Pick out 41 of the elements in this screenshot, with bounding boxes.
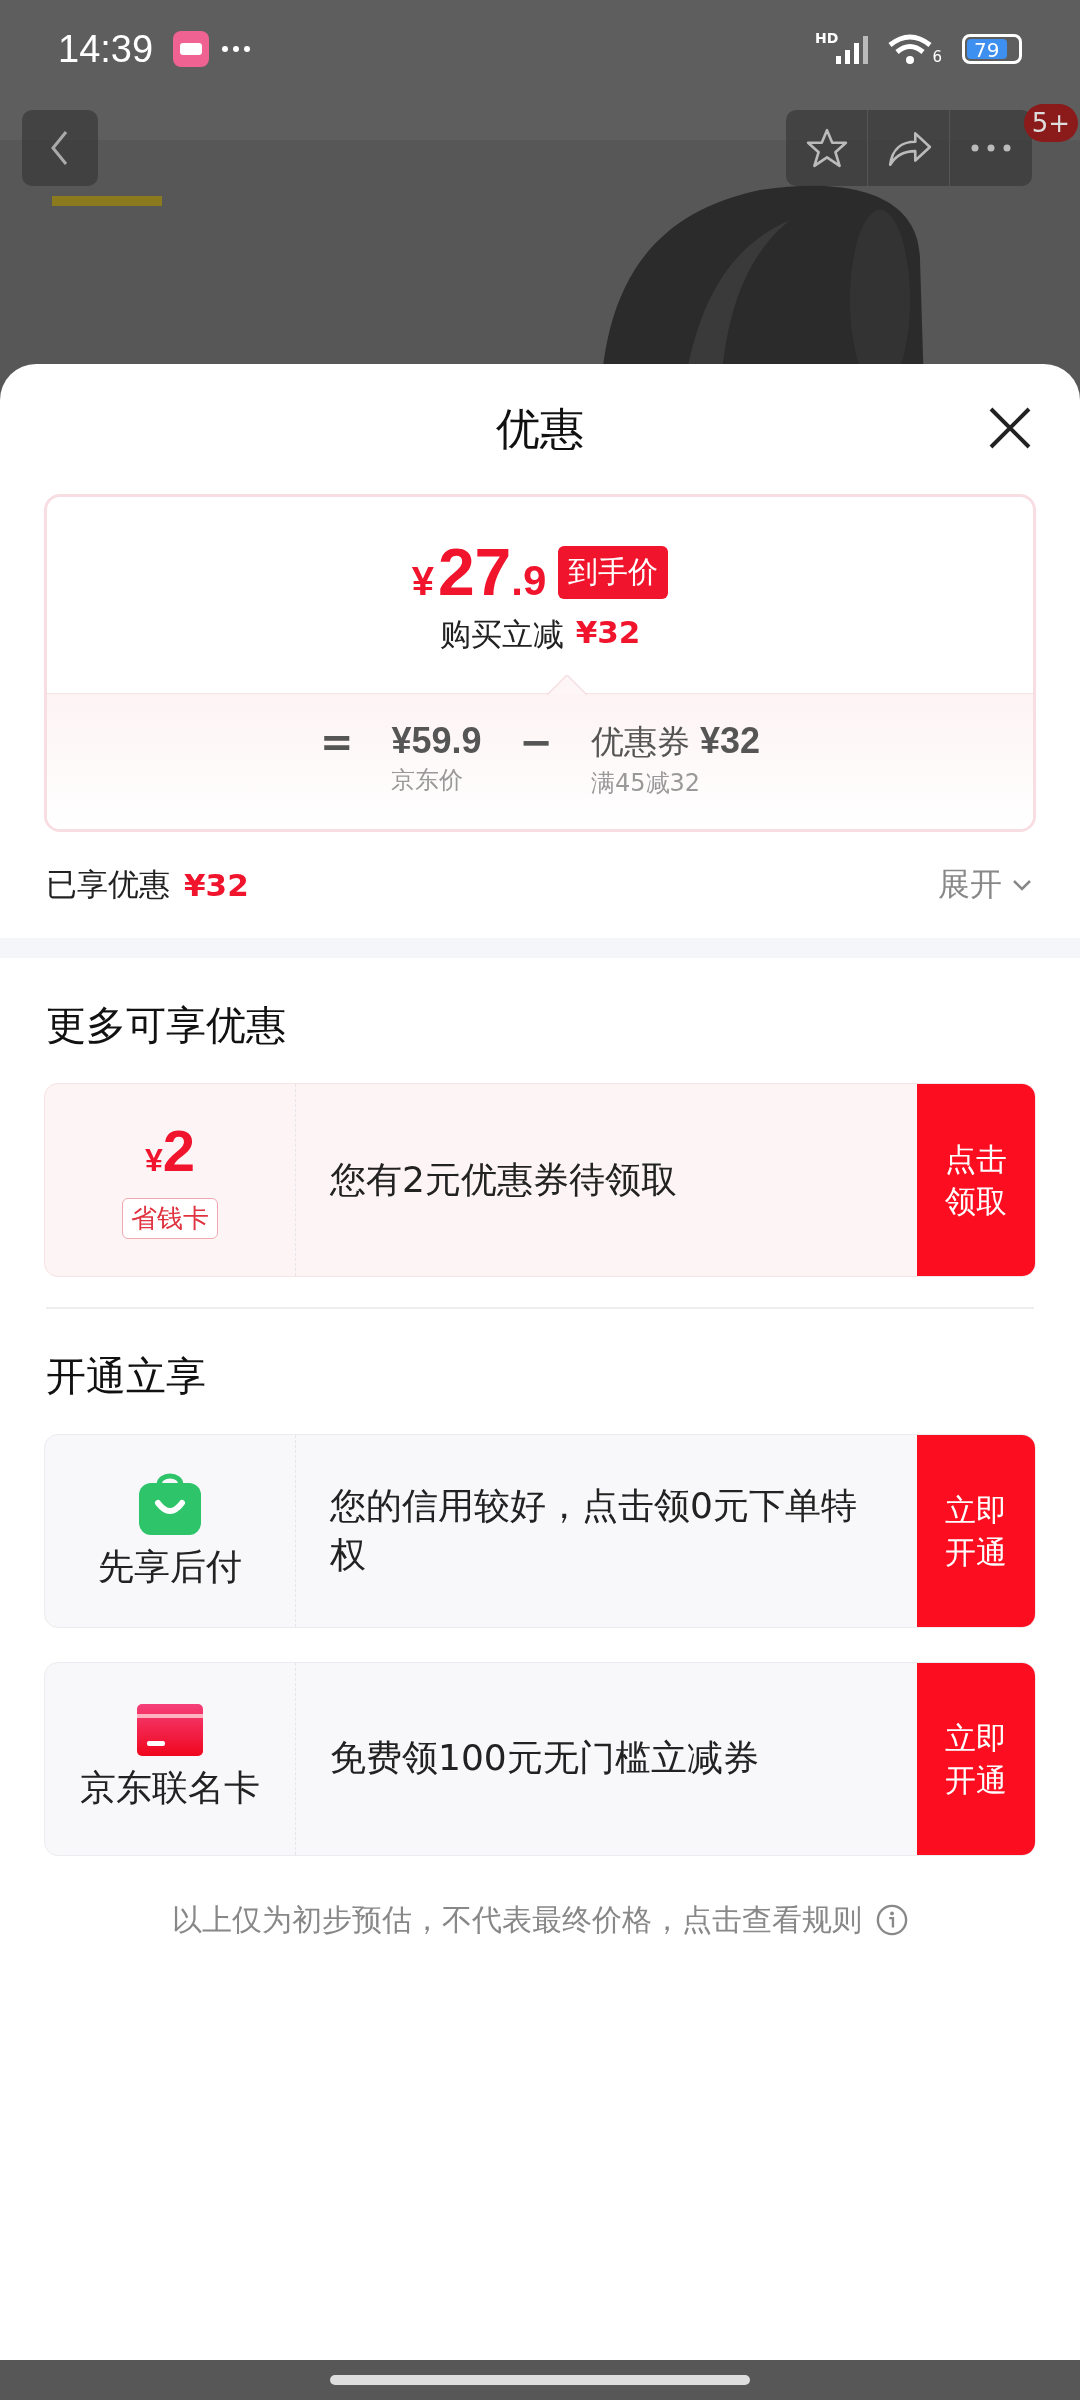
service-name: 京东联名卡 [80,1766,260,1810]
coupon-amount: ¥2 [144,1121,196,1185]
final-price: ¥27.9 [411,534,547,610]
bank-card-icon [137,1704,203,1756]
signal-icon [836,34,871,64]
back-button[interactable] [22,110,98,186]
offer-description: 您有2元优惠券待领取 [329,1157,678,1202]
reduce-amount: ¥32 [575,614,641,652]
info-icon[interactable] [876,1904,908,1936]
network-label: HD [815,30,839,46]
offer-action-button[interactable]: 立即开通 [917,1662,1035,1855]
term-caption: 京东价 [391,765,465,796]
app-icon [173,31,210,67]
operator-sign: = [319,720,354,764]
battery-level: 79 [967,39,1007,59]
section-title: 更多可享优惠 [45,1001,287,1050]
offer-action-button[interactable]: 立即开通 [917,1434,1035,1627]
more-icon [221,45,252,53]
chevron-down-icon [1012,879,1032,891]
operator-sign: − [519,720,553,764]
enjoyed-amount: ¥32 [184,867,249,903]
term-amount: ¥32 [700,720,761,762]
offer-action-button[interactable]: 点击领取 [917,1084,1035,1276]
offer-description: 您的信用较好，点击领0元下单特权 [329,1483,858,1577]
wifi-label: 6 [932,48,942,66]
term-caption: 满45减32 [591,768,702,799]
sheet-title: 优惠 [496,401,584,456]
section-title: 开通立享 [45,1351,207,1401]
price-tag: 到手价 [558,545,669,599]
term-amount: ¥59.9 [391,720,482,762]
disclaimer-link[interactable]: 以上仅为初步预估，不代表最终价格，点击查看规则 [172,1899,862,1941]
expand-link[interactable]: 展开 [938,863,1032,907]
term-label: 优惠券 [591,721,690,763]
service-name: 先享后付 [98,1545,242,1589]
offer-description: 免费领100元无门槛立减券 [329,1736,760,1781]
status-time: 14:39 [58,27,154,71]
enjoyed-label: 已享优惠 [46,865,170,904]
reduce-label: 购买立减 [439,615,564,654]
coupon-tag: 省钱卡 [122,1198,218,1239]
back-icon [50,130,70,166]
wifi-icon [888,33,933,65]
